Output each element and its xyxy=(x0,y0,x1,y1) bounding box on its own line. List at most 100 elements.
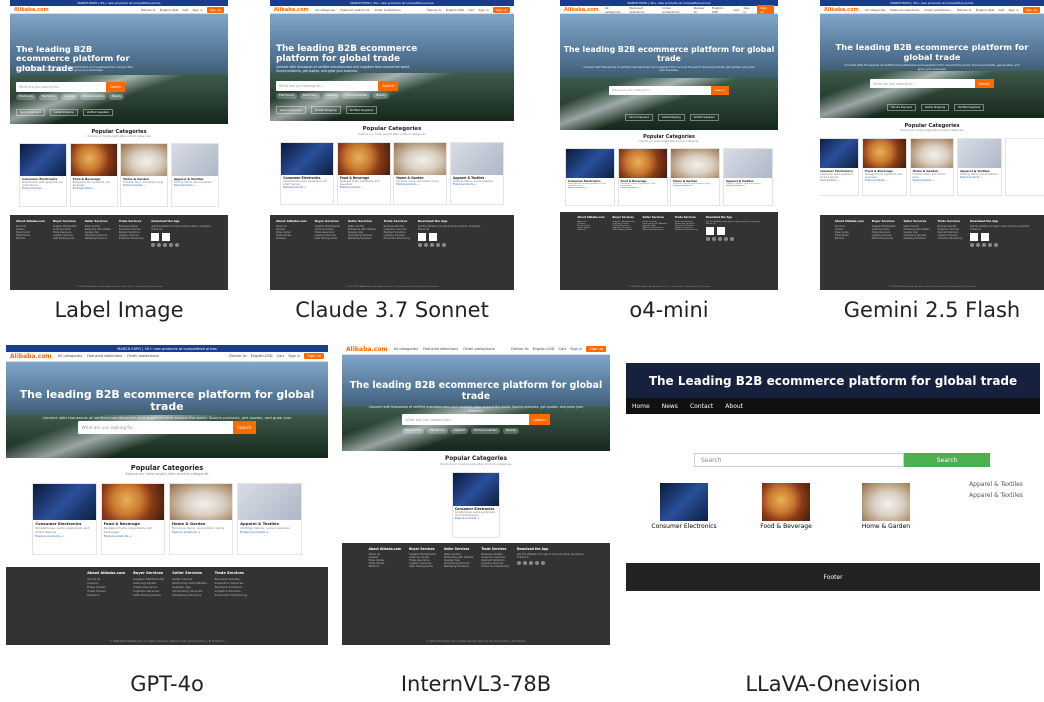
search-input[interactable]: What are you looking for... xyxy=(16,85,106,89)
nav-link[interactable]: Featured selections xyxy=(423,347,458,351)
nav-link[interactable]: All categories xyxy=(315,8,335,12)
social-icon[interactable] xyxy=(540,561,545,565)
footer-link[interactable]: Marketing Solutions xyxy=(85,237,111,240)
search-button[interactable]: Search xyxy=(233,421,256,434)
signup-button[interactable]: Sign up xyxy=(492,6,510,13)
pill-tag[interactable]: Machinery xyxy=(426,427,448,434)
nav-right-item[interactable]: Cart xyxy=(998,8,1004,12)
site-logo[interactable]: Alibaba.com xyxy=(274,7,309,13)
footer-link[interactable]: Partners xyxy=(835,237,864,240)
social-icon[interactable] xyxy=(175,242,180,247)
pill-tag[interactable]: Electronics xyxy=(402,427,424,434)
category-card[interactable]: Consumer ElectronicsSmartphones, audio e… xyxy=(19,143,68,208)
nav-right-item[interactable]: Deliver to xyxy=(141,8,156,12)
footer-link[interactable]: Follow Us xyxy=(418,228,481,231)
explore-link[interactable]: Explore products → xyxy=(958,176,1001,179)
site-logo[interactable]: Alibaba.com xyxy=(346,346,388,353)
category-card[interactable]: Home & Garden Furniture, decor, and outdo… xyxy=(393,141,448,206)
nav-right-item[interactable]: Deliver to xyxy=(694,6,708,14)
category-card[interactable]: Apparel & Textiles Clothing, fabrics, and… xyxy=(450,141,504,206)
explore-link[interactable]: Explore products → xyxy=(238,530,300,534)
category-card[interactable]: Apparel & Textiles Clothing, fabrics, and… xyxy=(237,483,302,555)
social-icon[interactable] xyxy=(711,236,716,241)
pill-tag[interactable]: Electronics xyxy=(16,94,36,100)
nav-link[interactable]: All categories xyxy=(865,8,885,12)
nav-right-item[interactable]: Sign in xyxy=(1008,8,1018,12)
social-icon[interactable] xyxy=(522,561,527,565)
search-input[interactable]: What are you looking for... xyxy=(609,88,711,92)
category-card[interactable]: Apparel & Textiles Clothing, fabrics, and… xyxy=(722,148,774,206)
nav-right-item[interactable]: English-USD xyxy=(160,8,178,12)
category-card[interactable]: Apparel & Textiles Clothing, fabrics, and… xyxy=(170,143,219,208)
social-icon[interactable] xyxy=(151,242,156,247)
pill-tag[interactable]: Beauty xyxy=(373,93,389,99)
category-card[interactable]: Apparel & Textiles Clothing, fabrics, and… xyxy=(957,137,1002,196)
llava-cat-apparel[interactable]: Apparel & Textiles Apparel & Textiles xyxy=(956,481,1036,499)
social-icon[interactable] xyxy=(534,561,539,565)
pill-tag[interactable]: Apparel xyxy=(322,93,340,99)
nav-right-item[interactable]: Sign in xyxy=(478,8,488,12)
explore-link[interactable]: Explore products → xyxy=(911,179,954,182)
llava-nav-news[interactable]: News xyxy=(662,403,678,410)
nav-right-item[interactable]: Cart xyxy=(182,8,188,12)
search-button[interactable]: Search xyxy=(529,414,550,425)
explore-link[interactable]: Explore products → xyxy=(863,179,906,182)
social-icon[interactable] xyxy=(157,242,162,247)
nav-link[interactable]: Featured selections xyxy=(629,6,657,14)
footer-link[interactable]: Production Monitoring xyxy=(119,237,144,240)
pill-tag[interactable]: Beauty xyxy=(109,94,125,100)
signup-button[interactable]: Sign up xyxy=(206,6,224,13)
explore-link[interactable]: Explore products → xyxy=(170,530,232,534)
explore-link[interactable]: Explore products → xyxy=(71,187,117,190)
site-logo[interactable]: Alibaba.com xyxy=(564,7,599,13)
social-icon[interactable] xyxy=(163,242,168,247)
footer-link[interactable]: Safe Trading Guide xyxy=(315,237,340,240)
nav-right-item[interactable]: Sign in xyxy=(570,347,582,351)
category-card[interactable]: Food & Beverage Packaged foods, ingredien… xyxy=(617,148,668,206)
category-card[interactable]: Food & Beverage Packaged foods, ingredien… xyxy=(336,141,391,206)
footer-link[interactable]: Partners xyxy=(87,593,125,597)
search-button[interactable]: Search xyxy=(106,82,125,92)
pill-tag[interactable]: Beauty xyxy=(503,427,520,434)
llava-cat-food[interactable]: Food & Beverage xyxy=(746,483,826,530)
signup-button[interactable]: Sign up xyxy=(757,4,774,15)
category-card[interactable]: Home & Garden Furniture, decor, and outdo… xyxy=(909,137,955,196)
footer-link[interactable]: Marketing Solutions xyxy=(903,237,929,240)
footer-link[interactable]: Marketing Solutions xyxy=(444,565,473,568)
llava-search-button[interactable]: Search xyxy=(904,453,990,467)
explore-link[interactable]: Explore products → xyxy=(451,183,503,186)
nav-right-item[interactable]: Cart xyxy=(733,8,739,12)
nav-right-item[interactable]: English-USD xyxy=(976,8,994,12)
nav-right-item[interactable]: Deliver to xyxy=(511,347,529,351)
category-card[interactable]: Consumer ElectronicsSmartphones, audio e… xyxy=(451,472,501,539)
llava-cat-home[interactable]: Home & Garden xyxy=(846,483,926,530)
footer-link[interactable]: Production Monitoring xyxy=(384,237,410,240)
explore-link[interactable]: Explore products → xyxy=(102,534,164,538)
category-card[interactable] xyxy=(1004,137,1044,196)
llava-nav-contact[interactable]: Contact xyxy=(690,403,713,410)
nav-link[interactable]: Order protections xyxy=(127,354,159,358)
social-icon[interactable] xyxy=(705,236,710,241)
footer-link[interactable]: Safe Trading Guide xyxy=(409,565,436,568)
llava-nav-home[interactable]: Home xyxy=(632,403,650,410)
nav-link[interactable]: Order protections xyxy=(663,6,688,14)
explore-link[interactable]: Explore products → xyxy=(33,534,95,538)
site-logo[interactable]: Alibaba.com xyxy=(824,7,859,13)
search-button[interactable]: Search xyxy=(710,85,729,95)
pill-tag[interactable]: Machinery xyxy=(299,93,320,99)
pill-tag[interactable]: Home & Garden xyxy=(470,427,501,434)
nav-right-item[interactable]: Deliver to xyxy=(229,354,247,358)
nav-right-item[interactable]: Cart xyxy=(277,354,285,358)
social-icon[interactable] xyxy=(717,236,722,241)
site-logo[interactable]: Alibaba.com xyxy=(14,7,49,13)
explore-link[interactable]: Explore products → xyxy=(281,186,333,189)
social-icon[interactable] xyxy=(169,242,174,247)
pill-tag[interactable]: Apparel xyxy=(450,427,468,434)
search-button[interactable]: Search xyxy=(378,80,398,91)
llava-nav-about[interactable]: About xyxy=(725,403,743,410)
signup-button[interactable]: Sign up xyxy=(304,353,324,360)
signup-button[interactable]: Sign up xyxy=(586,346,606,353)
social-icon[interactable] xyxy=(970,242,975,247)
explore-link[interactable]: Explore products → xyxy=(724,185,772,187)
nav-link[interactable]: All categories xyxy=(58,354,82,358)
